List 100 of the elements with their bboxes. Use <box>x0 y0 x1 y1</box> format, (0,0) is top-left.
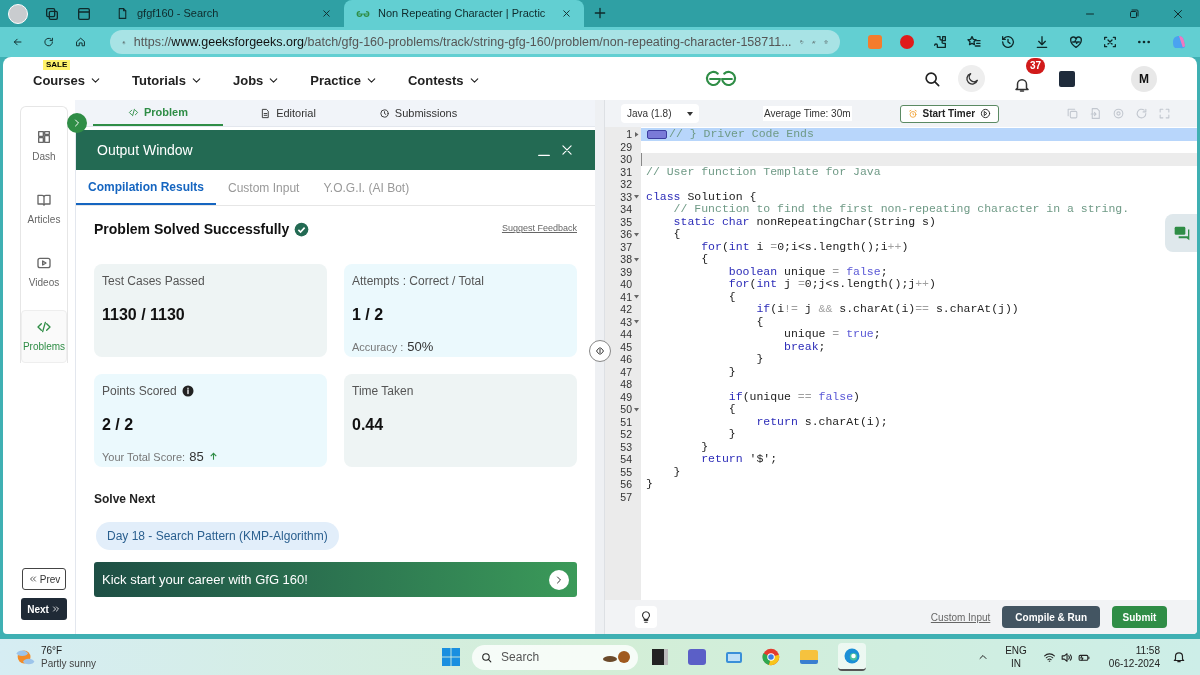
search-icon <box>480 650 494 664</box>
arrow-button[interactable] <box>549 569 569 590</box>
line-number: 43 <box>620 315 632 328</box>
sidebar-item[interactable]: Problems <box>21 310 67 363</box>
folded-code-icon[interactable] <box>647 129 667 139</box>
problem-tab[interactable]: Problem <box>93 100 223 126</box>
line-number: 46 <box>620 353 632 366</box>
fold-arrow-icon[interactable] <box>634 231 639 237</box>
sale-badge: SALE <box>43 60 71 70</box>
code-line: // Function to find the first non-repeating character in a string. <box>672 203 1130 216</box>
nav-menu[interactable]: Practice <box>310 70 378 91</box>
line-number: 33 <box>620 190 632 203</box>
restore-icon[interactable] <box>1128 7 1140 20</box>
folder-icon[interactable] <box>800 650 819 664</box>
problem-tab[interactable]: Submissions <box>353 100 483 126</box>
close-icon[interactable] <box>321 8 332 19</box>
screenshot-icon[interactable] <box>1102 34 1118 50</box>
code-line: static char nonRepeatingChar(String s) <box>672 215 936 228</box>
code-line: if(unique == false) <box>727 390 860 403</box>
code-line: } <box>727 428 736 441</box>
fold-arrow-icon[interactable] <box>634 319 639 325</box>
sidebar-item[interactable]: Articles <box>21 184 67 235</box>
nav-menu[interactable]: Courses <box>33 70 103 91</box>
user-avatar[interactable]: M <box>1131 65 1157 92</box>
fold-arrow-icon[interactable] <box>634 256 639 262</box>
code-line: } <box>755 353 764 366</box>
custom-input-link[interactable]: Custom Input <box>930 609 991 625</box>
language-select[interactable]: Java (1.8) <box>621 104 699 123</box>
fold-arrow-icon[interactable] <box>634 406 639 412</box>
alarm-icon <box>907 108 918 119</box>
browser-tab[interactable]: gfgf160 - Search <box>104 0 344 27</box>
submit-button[interactable]: Submit <box>1112 606 1167 628</box>
nav-menu[interactable]: Contests <box>407 70 481 91</box>
puzzle-icon[interactable] <box>932 34 948 50</box>
code-line: for(int j =0;j<s.length();j++) <box>727 278 936 291</box>
line-number: 52 <box>620 428 632 441</box>
line-number: 55 <box>620 465 632 478</box>
feedback-link[interactable]: Suggest Feedback <box>501 222 577 236</box>
app-icon[interactable] <box>726 651 743 663</box>
sidebar-item[interactable]: Videos <box>21 247 67 298</box>
workspaces-icon[interactable] <box>44 5 60 22</box>
chat-button[interactable] <box>1165 214 1197 252</box>
theme-toggle[interactable] <box>958 65 985 92</box>
nav-menu[interactable]: Tutorials <box>132 70 203 91</box>
compile-run-button[interactable]: Compile & Run <box>1002 606 1100 628</box>
heart-pulse-icon[interactable] <box>1068 34 1084 50</box>
sidebar-item[interactable]: Dash <box>21 121 67 172</box>
sidebar-book-icon <box>36 192 52 208</box>
clock-time[interactable]: 11:58 <box>1135 644 1160 657</box>
stat-note-label: Your Total Score: <box>102 449 186 465</box>
chrome-icon[interactable] <box>762 648 781 666</box>
taskbar-search[interactable]: Search <box>472 644 639 670</box>
profile-avatar[interactable] <box>8 3 28 24</box>
prev-button[interactable]: Prev <box>21 568 67 590</box>
fold-arrow-icon[interactable] <box>634 294 639 300</box>
close-icon[interactable] <box>561 8 572 19</box>
dropdown-caret-icon <box>687 111 693 116</box>
hint-button[interactable] <box>635 606 657 628</box>
double-chevron-left-icon <box>27 574 38 584</box>
close-icon[interactable] <box>560 143 574 157</box>
start-icon[interactable] <box>442 648 461 666</box>
clock-date[interactable]: 06-12-2024 <box>1108 657 1160 670</box>
task-view-icon[interactable] <box>652 649 669 665</box>
language-text[interactable]: ENG <box>1005 644 1027 657</box>
new-tab-icon[interactable] <box>592 5 608 21</box>
notification-bell-icon[interactable] <box>1172 650 1186 664</box>
region-text[interactable]: IN <box>1011 657 1021 670</box>
code-line: return '$'; <box>700 453 778 466</box>
stat-value: 2 / 2 <box>102 415 135 435</box>
code-line: { <box>727 290 736 303</box>
history-icon[interactable] <box>1000 34 1016 50</box>
download-icon[interactable] <box>1034 34 1050 50</box>
document-icon <box>260 107 272 119</box>
next-button[interactable]: Next <box>21 598 67 620</box>
address-bar[interactable]: https://www.geeksforgeeks.org/batch/gfg-160-problems/track/string-gfg-160/problem/non-repeating-character-158711... <box>110 30 840 54</box>
tab-actions-icon[interactable] <box>76 5 92 22</box>
promo-banner[interactable]: Kick start your career with GfG 160! <box>94 562 577 597</box>
wifi-icon[interactable] <box>1042 650 1056 664</box>
line-number: 47 <box>620 365 632 378</box>
output-tab[interactable]: Compilation Results <box>76 170 216 205</box>
close-icon[interactable] <box>1172 7 1184 20</box>
browser-tab[interactable]: Non Repeating Character | Practic <box>344 0 584 27</box>
fold-arrow-icon[interactable] <box>634 131 639 137</box>
start-timer-button[interactable]: Start Timer <box>899 104 1000 123</box>
nav-menu[interactable]: Jobs <box>232 70 281 91</box>
problem-tab[interactable]: Editorial <box>223 100 353 126</box>
fold-arrow-icon[interactable] <box>634 194 639 200</box>
moon-icon <box>963 70 980 87</box>
volume-icon[interactable] <box>1059 650 1073 664</box>
lightbulb-icon <box>639 610 653 624</box>
line-number: 29 <box>620 140 632 153</box>
line-number: 32 <box>620 178 632 191</box>
extension-icon[interactable] <box>900 35 914 49</box>
sidebar-dashboard-icon <box>36 129 52 145</box>
problem-chip[interactable]: Day 18 - Search Pattern (KMP-Algorithm) <box>96 522 339 550</box>
line-number: 34 <box>620 203 632 216</box>
stat-note-value: 85 <box>189 448 204 466</box>
edge-icon[interactable] <box>838 643 867 671</box>
favorites-icon[interactable] <box>966 34 982 50</box>
stat-note-value: 50% <box>407 338 434 356</box>
